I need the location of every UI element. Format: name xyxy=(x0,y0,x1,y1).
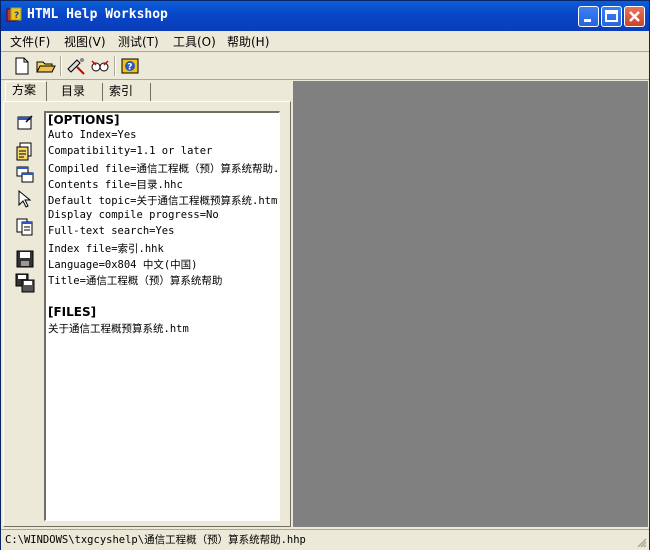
menu-help[interactable]: 帮助(H) xyxy=(227,33,269,50)
project-tab-panel: [OPTIONS] Auto Index=Yes Compatibility=1… xyxy=(3,101,291,527)
editor-line: Index file=索引.hhk xyxy=(48,243,164,255)
tab-project-label: 方案 xyxy=(12,83,37,97)
tab-contents-label: 目录 xyxy=(61,84,86,98)
editor-line: Default topic=关于通信工程概预算系统.htm xyxy=(48,195,278,207)
new-file-icon xyxy=(15,57,29,75)
project-file-editor[interactable]: [OPTIONS] Auto Index=Yes Compatibility=1… xyxy=(44,111,280,521)
editor-line: 关于通信工程概预算系统.htm xyxy=(48,323,189,335)
maximize-icon xyxy=(605,10,618,22)
close-button[interactable] xyxy=(624,6,645,27)
editor-line-section: [OPTIONS] xyxy=(48,113,120,127)
maximize-button[interactable] xyxy=(601,6,622,27)
status-bar: C:\WINDOWS\txgcyshelp\通信工程概（预）算系统帮助.hhp xyxy=(1,529,649,550)
main-window: ? HTML Help Workshop 文件(F) 视图(V) 测试(T) 工… xyxy=(0,0,650,550)
menu-tools[interactable]: 工具(O) xyxy=(173,33,216,50)
editor-line: Auto Index=Yes xyxy=(48,129,137,141)
change-options-icon xyxy=(17,115,33,130)
menu-test[interactable]: 测试(T) xyxy=(118,33,159,50)
close-icon xyxy=(629,11,640,22)
title-bar[interactable]: ? HTML Help Workshop xyxy=(1,1,649,31)
html-help-api-icon xyxy=(18,189,32,208)
compile-icon xyxy=(67,58,85,75)
editor-line: Full-text search=Yes xyxy=(48,225,175,237)
view-compiled-button[interactable] xyxy=(89,55,111,77)
change-options-button[interactable] xyxy=(14,112,36,134)
save-project-icon xyxy=(16,250,34,268)
tab-strip: 方案 目录 索引 xyxy=(3,81,291,103)
help-icon: ? xyxy=(121,58,139,74)
view-html-source-icon xyxy=(16,218,33,236)
editor-line: Contents file=目录.hhc xyxy=(48,179,183,191)
compile-button[interactable] xyxy=(65,55,87,77)
view-compiled-icon xyxy=(91,60,109,72)
help-button[interactable]: ? xyxy=(119,55,141,77)
project-pane: 方案 目录 索引 [OPTIONS] Auto Index=Yes Compat… xyxy=(3,81,291,527)
save-and-compile-button[interactable] xyxy=(14,272,36,294)
tab-index-label: 索引 xyxy=(109,84,134,98)
svg-text:?: ? xyxy=(14,11,19,21)
editor-line: Title=通信工程概（预）算系统帮助 xyxy=(48,275,223,287)
add-modify-window-icon xyxy=(16,166,34,183)
minimize-icon xyxy=(584,19,591,22)
tab-contents[interactable]: 目录 xyxy=(55,83,103,101)
workspace-area xyxy=(293,81,648,527)
tab-project[interactable]: 方案 xyxy=(5,81,47,102)
view-html-source-button[interactable] xyxy=(14,216,36,238)
editor-line: Compatibility=1.1 or later xyxy=(48,145,213,157)
help-book-icon[interactable]: ? xyxy=(6,7,22,23)
new-file-button[interactable] xyxy=(11,55,33,77)
minimize-button[interactable] xyxy=(578,6,599,27)
toolbar-separator xyxy=(114,56,116,76)
window-title: HTML Help Workshop xyxy=(27,7,168,22)
editor-line: Language=0x804 中文(中国) xyxy=(48,259,198,271)
tab-index[interactable]: 索引 xyxy=(103,83,151,101)
add-remove-files-button[interactable] xyxy=(14,140,36,162)
menu-file[interactable]: 文件(F) xyxy=(10,33,50,50)
resize-grip-icon[interactable] xyxy=(635,536,647,548)
editor-line: Display compile progress=No xyxy=(48,209,219,221)
save-and-compile-icon xyxy=(15,273,35,293)
menu-bar: 文件(F) 视图(V) 测试(T) 工具(O) 帮助(H) xyxy=(1,31,649,51)
add-modify-window-button[interactable] xyxy=(14,164,36,186)
toolbar-separator-line xyxy=(1,79,649,80)
editor-line-section: [FILES] xyxy=(48,305,97,319)
open-folder-button[interactable] xyxy=(35,55,57,77)
menu-view[interactable]: 视图(V) xyxy=(64,33,106,50)
status-path: C:\WINDOWS\txgcyshelp\通信工程概（预）算系统帮助.hhp xyxy=(5,534,306,546)
add-remove-files-icon xyxy=(16,142,32,161)
toolbar: ? xyxy=(1,52,649,80)
open-folder-icon xyxy=(36,61,56,73)
html-help-api-button[interactable] xyxy=(14,188,36,210)
save-project-button[interactable] xyxy=(14,248,36,270)
editor-line: Compiled file=通信工程概（预）算系统帮助.chm xyxy=(48,163,280,175)
toolbar-separator xyxy=(60,56,62,76)
svg-text:?: ? xyxy=(127,63,132,73)
